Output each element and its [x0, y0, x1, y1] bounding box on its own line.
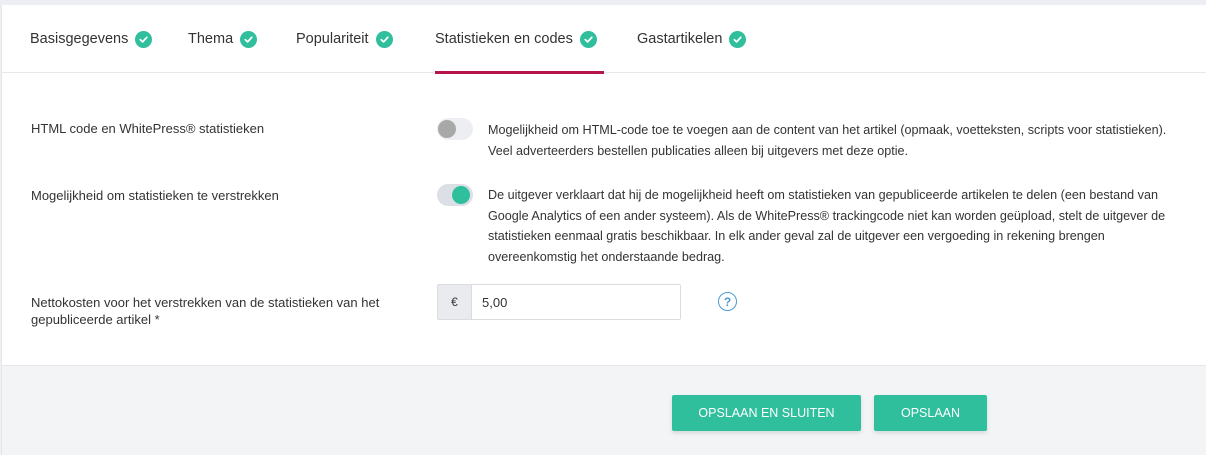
- tab-label: Basisgegevens: [30, 31, 129, 47]
- tab-thema[interactable]: Thema: [188, 5, 258, 73]
- tab-basisgegevens[interactable]: Basisgegevens: [30, 5, 153, 73]
- check-circle-icon: [375, 30, 393, 48]
- tab-label: Statistieken en codes: [435, 31, 573, 47]
- html-code-toggle[interactable]: [437, 118, 473, 140]
- toggle-knob: [452, 186, 470, 204]
- html-code-label: HTML code en WhitePress® statistieken: [31, 121, 265, 136]
- help-icon[interactable]: ?: [718, 292, 737, 311]
- check-circle-icon: [240, 30, 258, 48]
- net-cost-input[interactable]: [472, 285, 680, 319]
- tab-bar: Basisgegevens Thema Populariteit Statist…: [2, 5, 1206, 74]
- save-button[interactable]: OPSLAAN: [874, 395, 987, 431]
- tab-label: Populariteit: [296, 31, 369, 47]
- net-cost-label: Nettokosten voor het verstrekken van de …: [31, 295, 380, 327]
- form-footer: OPSLAAN EN SLUITEN OPSLAAN: [2, 365, 1206, 455]
- tab-gastartikelen[interactable]: Gastartikelen: [637, 5, 747, 73]
- currency-prefix: €: [438, 285, 472, 319]
- tab-populariteit[interactable]: Populariteit: [296, 5, 393, 73]
- settings-card: Basisgegevens Thema Populariteit Statist…: [1, 5, 1206, 455]
- statistics-label: Mogelijkheid om statistieken te verstrek…: [31, 188, 279, 203]
- net-cost-input-group: €: [437, 284, 681, 320]
- statistics-toggle[interactable]: [437, 184, 473, 206]
- tab-statistieken-en-codes[interactable]: Statistieken en codes: [435, 5, 604, 74]
- html-code-description: Mogelijkheid om HTML-code toe te voegen …: [488, 123, 1167, 158]
- check-circle-icon: [729, 30, 747, 48]
- toggle-knob: [438, 120, 456, 138]
- save-and-close-button[interactable]: OPSLAAN EN SLUITEN: [672, 395, 861, 431]
- check-circle-icon: [135, 30, 153, 48]
- tab-label: Gastartikelen: [637, 31, 723, 47]
- tab-label: Thema: [188, 31, 234, 47]
- check-circle-icon: [579, 30, 597, 48]
- statistics-description: De uitgever verklaart dat hij de mogelij…: [488, 188, 1166, 264]
